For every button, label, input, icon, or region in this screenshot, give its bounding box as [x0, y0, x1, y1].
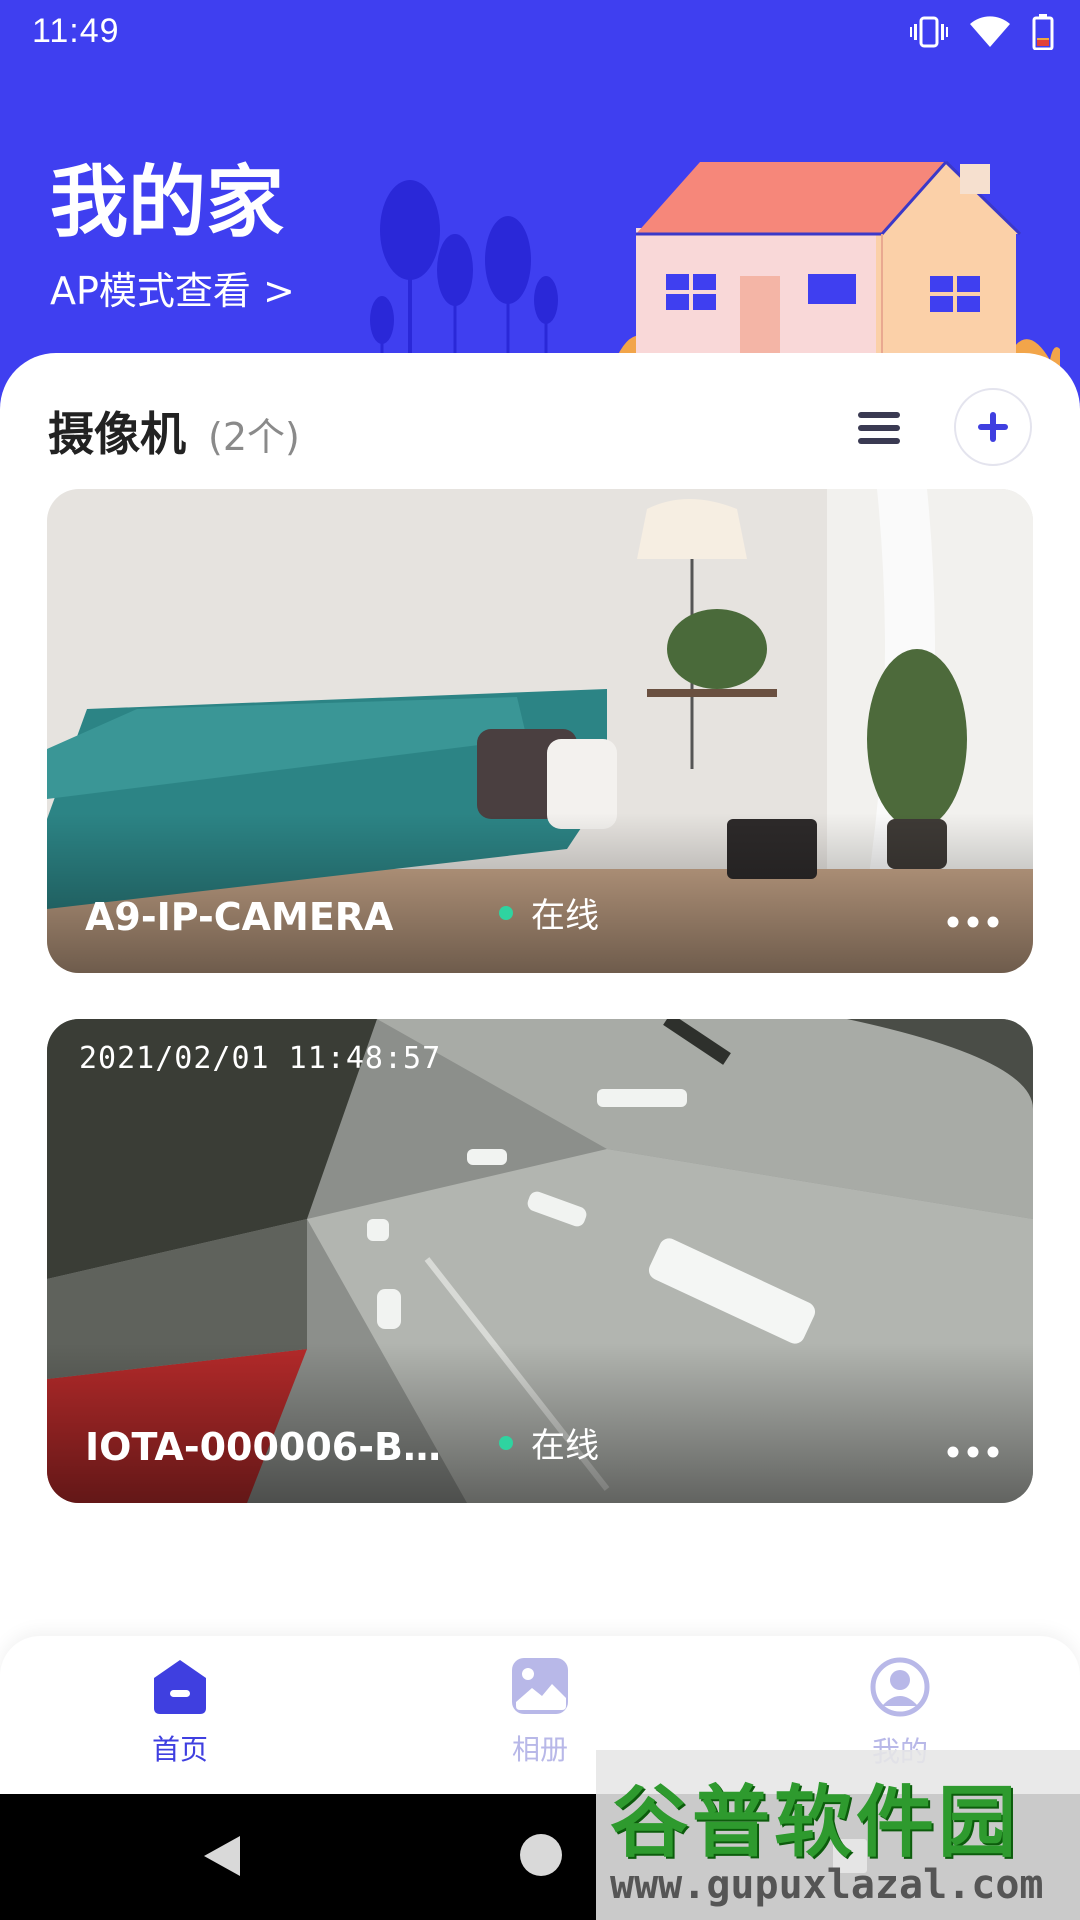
ap-mode-link[interactable]: AP模式查看 > [50, 260, 295, 315]
section-title: 摄像机 [48, 407, 186, 461]
status-text: 在线 [531, 896, 599, 936]
menu-icon [858, 412, 900, 444]
camera-section-header: 摄像机 (2个) [48, 388, 1038, 466]
camera-name: IOTA-000006-BT... [85, 1425, 445, 1469]
battery-icon [1032, 14, 1054, 50]
tab-label: 首页 [151, 1733, 208, 1766]
status-icons [910, 14, 1054, 50]
status-time: 11:49 [32, 12, 120, 50]
album-icon [512, 1658, 568, 1714]
camera-more-button[interactable] [943, 1437, 1003, 1467]
profile-icon [870, 1657, 930, 1717]
more-dots-icon [947, 1446, 999, 1458]
camera-more-button[interactable] [943, 907, 1003, 937]
vibrate-icon [910, 16, 948, 48]
home-nav-icon[interactable] [516, 1830, 566, 1880]
online-dot-icon [499, 905, 513, 920]
wifi-icon [970, 16, 1010, 47]
plus-icon [978, 412, 1008, 442]
camera-card[interactable]: A9-IP-CAMERA 在线 [47, 489, 1033, 973]
status-badge: 在线 [499, 1418, 599, 1467]
online-dot-icon [499, 1435, 513, 1450]
watermark: 谷普软件园 www.gupuxlazal.com [596, 1750, 1080, 1920]
camera-timestamp: 2021/02/01 11:48:57 [79, 1041, 442, 1076]
camera-count: (2个) [208, 415, 300, 459]
camera-name: A9-IP-CAMERA [85, 895, 394, 939]
house-illustration [611, 160, 1060, 370]
camera-card[interactable]: 2021/02/01 11:48:57 IOTA-000006-BT... 在线 [47, 1019, 1033, 1503]
back-icon[interactable] [200, 1832, 244, 1880]
page-title: 我的家 [50, 158, 285, 248]
tab-home[interactable]: 首页 [80, 1656, 280, 1776]
status-bar: 11:49 [0, 0, 1080, 64]
list-view-button[interactable] [856, 408, 916, 456]
watermark-url: www.gupuxlazal.com [610, 1862, 1044, 1908]
home-icon [154, 1660, 206, 1714]
more-dots-icon [947, 916, 999, 928]
watermark-title: 谷普软件园 [610, 1778, 1021, 1868]
status-badge: 在线 [499, 888, 599, 937]
add-camera-button[interactable] [954, 388, 1032, 466]
status-text: 在线 [531, 1426, 599, 1466]
trees-illustration [370, 180, 558, 370]
